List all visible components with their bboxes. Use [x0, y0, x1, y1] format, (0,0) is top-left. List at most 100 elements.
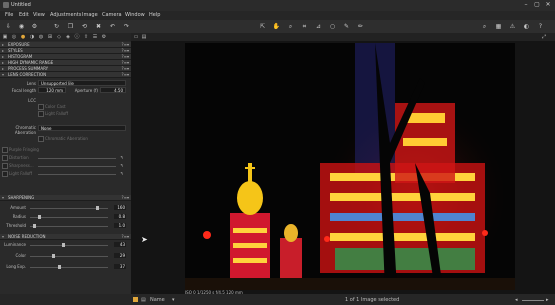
fit-icon[interactable]: ⤢: [541, 34, 547, 40]
threshold-value[interactable]: 1.0: [114, 223, 126, 228]
reset-icon[interactable]: ⟲: [80, 22, 89, 31]
distortion-reset-icon[interactable]: ↰: [120, 155, 123, 160]
light-falloff-checkbox[interactable]: [38, 111, 44, 117]
section-controls-icon[interactable]: ?≡▾: [122, 48, 129, 53]
pan-hand-icon[interactable]: ✋: [272, 22, 281, 31]
distortion-slider[interactable]: [38, 158, 116, 159]
radius-slider[interactable]: [30, 217, 108, 218]
batch-tab-icon[interactable]: ☰: [92, 34, 98, 40]
sharpness-checkbox[interactable]: [2, 163, 8, 169]
sort-dropdown-icon[interactable]: ▾: [172, 297, 175, 303]
zoom-slider[interactable]: [522, 300, 544, 301]
menu-image[interactable]: Image: [82, 12, 98, 18]
distortion-checkbox[interactable]: [2, 155, 8, 161]
sort-field[interactable]: Name: [150, 297, 165, 303]
import-icon[interactable]: ⇩: [4, 22, 13, 31]
sharpness-reset-icon[interactable]: ↰: [120, 163, 123, 168]
menu-adjustments[interactable]: Adjustments: [50, 12, 81, 18]
photo-preview[interactable]: [185, 43, 515, 290]
warning-icon[interactable]: ⚠: [508, 22, 517, 31]
threshold-slider[interactable]: [30, 226, 108, 227]
menu-camera[interactable]: Camera: [102, 12, 122, 18]
viewer-multi-icon[interactable]: ▤: [141, 34, 147, 40]
luminance-slider-thumb[interactable]: [62, 243, 65, 247]
color-tab-icon[interactable]: ●: [20, 34, 26, 40]
long-exp-slider[interactable]: [30, 267, 108, 268]
amount-slider-thumb[interactable]: [96, 206, 99, 210]
amount-value[interactable]: 160: [114, 205, 126, 210]
composition-tab-icon[interactable]: ⊞: [47, 34, 53, 40]
maximize-button[interactable]: ▢: [532, 1, 542, 9]
help-icon[interactable]: ?: [536, 22, 545, 31]
long-exp-slider-thumb[interactable]: [58, 265, 61, 269]
zoom-out-icon[interactable]: ◂: [515, 297, 518, 303]
color-slider-thumb[interactable]: [52, 254, 55, 258]
menu-file[interactable]: File: [5, 12, 13, 18]
output-tab-icon[interactable]: ⇪: [83, 34, 89, 40]
select-cursor-icon[interactable]: ⇱: [258, 22, 267, 31]
aperture-field[interactable]: 4.50: [100, 87, 126, 93]
light-falloff-slider[interactable]: [38, 174, 116, 175]
luminance-value[interactable]: 43: [114, 242, 126, 247]
details-tab-icon[interactable]: ◇: [56, 34, 62, 40]
copy-icon[interactable]: ❐: [66, 22, 75, 31]
radius-value[interactable]: 0.8: [114, 214, 126, 219]
picker-icon[interactable]: ✎: [342, 22, 351, 31]
local-adjust-tab-icon[interactable]: ◈: [65, 34, 71, 40]
section-controls-icon[interactable]: ?≡▾: [122, 195, 129, 200]
settings-tab-icon[interactable]: ⚙: [101, 34, 107, 40]
light-falloff-reset-icon[interactable]: ↰: [120, 171, 123, 176]
zoom-in-icon[interactable]: ▸: [546, 297, 549, 303]
close-button[interactable]: ✕: [543, 1, 553, 9]
color-cast-checkbox[interactable]: [38, 104, 44, 110]
viewer-single-icon[interactable]: ▭: [133, 34, 139, 40]
exposure-tab-icon[interactable]: ◑: [29, 34, 35, 40]
metadata-tab-icon[interactable]: ⓘ: [74, 34, 80, 40]
straighten-icon[interactable]: ⊿: [314, 22, 323, 31]
proof-icon[interactable]: ◐: [522, 22, 531, 31]
lens-select[interactable]: Unsupported lile: [38, 80, 126, 86]
section-noise-reduction[interactable]: ▾ NOISE REDUCTION ?≡▾: [0, 234, 131, 240]
menu-view[interactable]: View: [33, 12, 45, 18]
section-controls-icon[interactable]: ?≡▾: [122, 72, 129, 77]
menu-window[interactable]: Window: [125, 12, 145, 18]
long-exp-value[interactable]: 37: [114, 264, 126, 269]
delete-icon[interactable]: ✖: [94, 22, 103, 31]
undo-icon[interactable]: ↶: [108, 22, 117, 31]
section-controls-icon[interactable]: ?≡▾: [122, 42, 129, 47]
rotate-icon[interactable]: ↻: [52, 22, 61, 31]
chromatic-select[interactable]: None: [38, 125, 126, 131]
section-sharpening[interactable]: ▾ SHARPENING ?≡▾: [0, 195, 131, 201]
library-tab-icon[interactable]: ▣: [2, 34, 8, 40]
threshold-slider-thumb[interactable]: [33, 224, 36, 228]
spot-removal-icon[interactable]: ○: [328, 22, 337, 31]
minimize-button[interactable]: –: [521, 1, 531, 9]
section-lens-correction[interactable]: ▾ LENS CORRECTION ?≡▾: [0, 72, 131, 78]
zoom-icon[interactable]: ⌕: [286, 22, 295, 31]
redo-icon[interactable]: ↷: [122, 22, 131, 31]
section-controls-icon[interactable]: ?≡▾: [122, 54, 129, 59]
menu-help[interactable]: Help: [149, 12, 160, 18]
section-controls-icon[interactable]: ?≡▾: [122, 60, 129, 65]
purple-fringing-checkbox[interactable]: [2, 147, 8, 153]
section-controls-icon[interactable]: ?≡▾: [122, 66, 129, 71]
color-slider[interactable]: [30, 256, 108, 257]
search-icon[interactable]: ⌕: [480, 22, 489, 31]
focal-length-field[interactable]: 120 mm: [38, 87, 66, 93]
light-falloff2-checkbox[interactable]: [2, 171, 8, 177]
radius-slider-thumb[interactable]: [38, 215, 41, 219]
sharpness-slider[interactable]: [38, 166, 116, 167]
capture-icon[interactable]: ◉: [17, 22, 26, 31]
lens-tab-icon[interactable]: ◍: [38, 34, 44, 40]
crop-icon[interactable]: ⌗: [300, 22, 309, 31]
filmstrip-toggle-icon[interactable]: [133, 297, 138, 302]
brush-icon[interactable]: ✏: [356, 22, 365, 31]
capture-tab-icon[interactable]: ◎: [11, 34, 17, 40]
color-value[interactable]: 29: [114, 253, 126, 258]
grid-icon[interactable]: ▦: [494, 22, 503, 31]
luminance-slider[interactable]: [30, 245, 108, 246]
chromatic-checkbox[interactable]: [38, 136, 44, 142]
process-icon[interactable]: ⚙: [30, 22, 39, 31]
menu-edit[interactable]: Edit: [19, 12, 29, 18]
sort-icon[interactable]: ▤: [141, 297, 146, 303]
